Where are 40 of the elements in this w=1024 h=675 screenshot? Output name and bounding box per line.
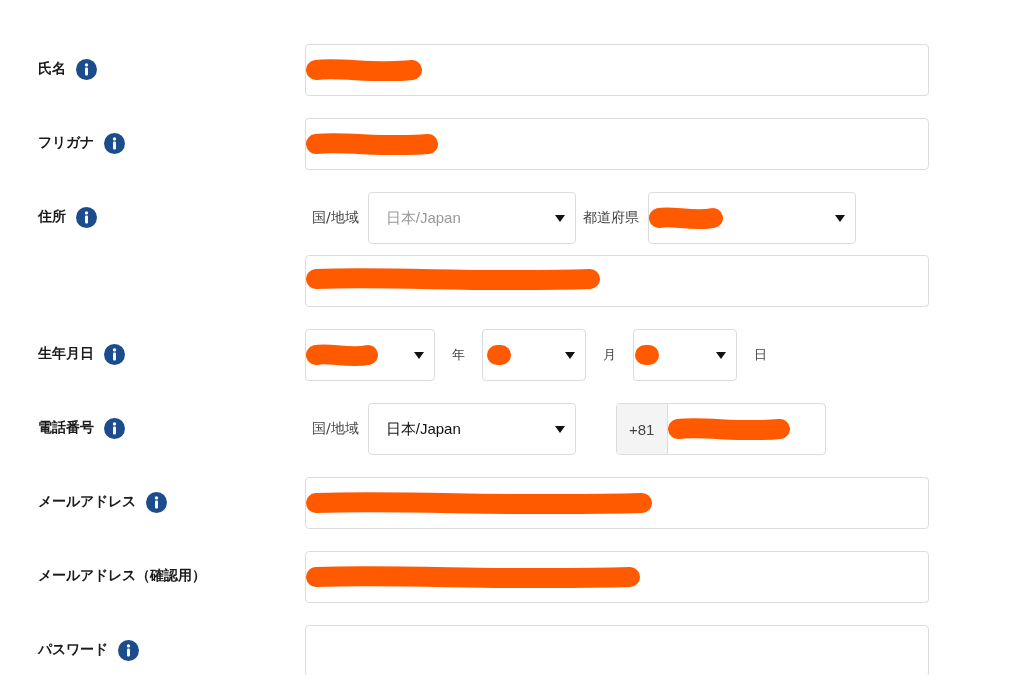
field-label: メールアドレス [38, 493, 136, 511]
country-label: 国/地域 [311, 420, 360, 438]
field-label: メールアドレス（確認用） [38, 567, 206, 585]
input-field[interactable] [305, 118, 929, 170]
caret-icon [834, 214, 845, 222]
input-field[interactable] [305, 44, 929, 96]
caret-icon [554, 214, 565, 222]
address-field[interactable] [305, 255, 929, 307]
field-label: フリガナ [38, 134, 94, 152]
info-icon[interactable] [76, 58, 97, 80]
date-unit: 年 [451, 346, 466, 364]
phone-field[interactable]: +81 [615, 403, 826, 455]
input-field[interactable] [305, 477, 929, 529]
input-field[interactable] [305, 625, 929, 675]
date-select[interactable] [305, 329, 435, 381]
date-unit: 月 [602, 346, 617, 364]
country-label: 国/地域 [311, 209, 360, 227]
input-field[interactable] [305, 551, 929, 603]
field-label: パスワード [38, 641, 108, 659]
prefecture-select[interactable] [647, 192, 856, 244]
date-select[interactable] [482, 329, 586, 381]
info-icon[interactable] [118, 639, 139, 661]
country-select[interactable]: 日本/Japan [367, 403, 576, 455]
date-unit: 日 [753, 346, 768, 364]
info-icon[interactable] [104, 132, 125, 154]
info-icon[interactable] [104, 343, 125, 365]
info-icon[interactable] [146, 491, 167, 513]
field-label: 住所 [38, 208, 66, 226]
caret-icon [565, 351, 575, 359]
info-icon[interactable] [104, 417, 125, 439]
field-label: 電話番号 [38, 419, 94, 437]
field-label: 生年月日 [38, 345, 94, 363]
caret-icon [716, 351, 726, 359]
field-label: 氏名 [38, 60, 66, 78]
country-code: +81 [616, 404, 668, 454]
date-select[interactable] [633, 329, 737, 381]
caret-icon [414, 351, 424, 359]
info-icon[interactable] [76, 206, 97, 228]
caret-icon [554, 425, 565, 433]
prefecture-label: 都道府県 [581, 209, 640, 227]
